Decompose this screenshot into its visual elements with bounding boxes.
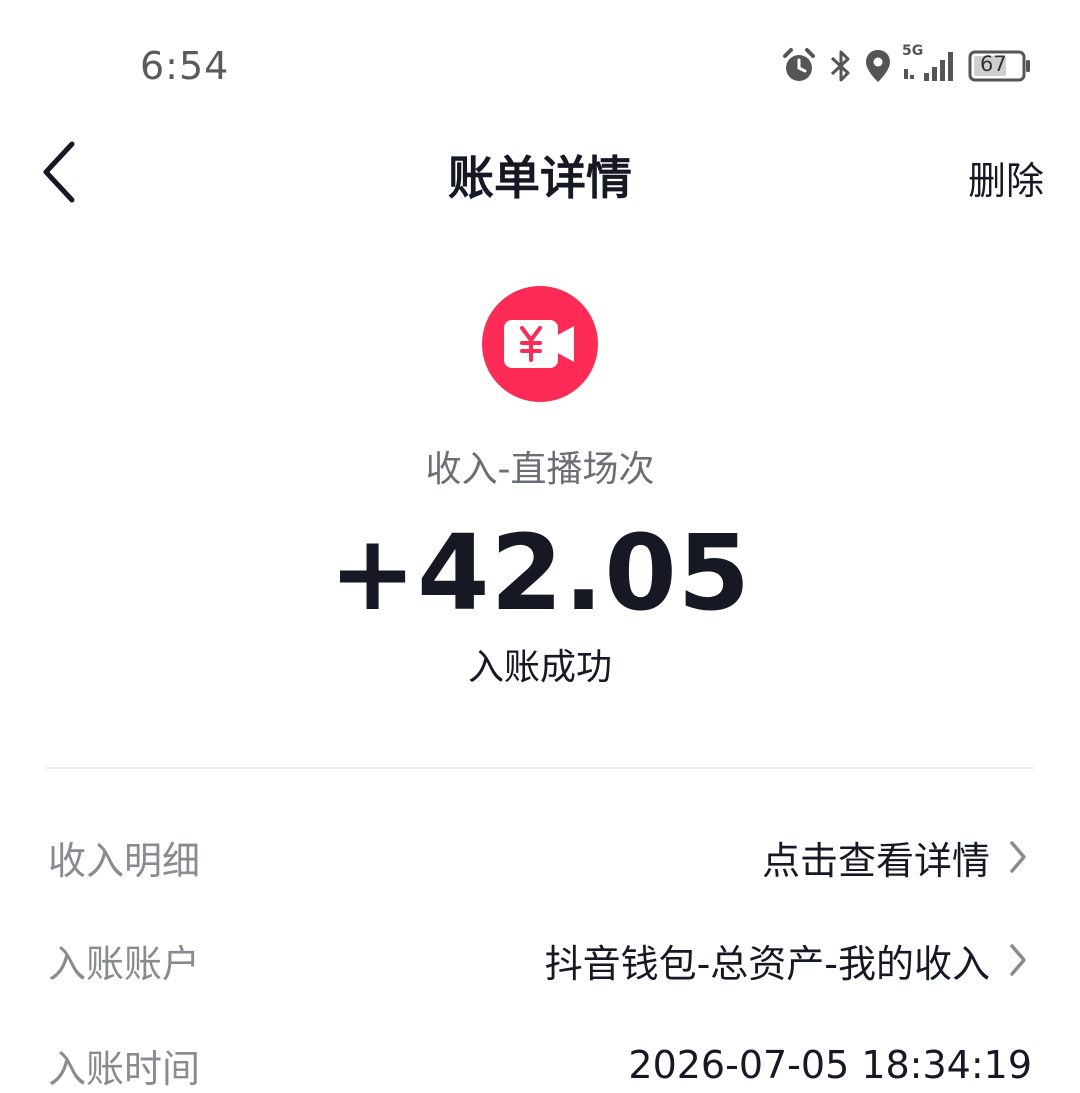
status-time: 6:54 [140, 44, 230, 88]
row-value-group: 2026-07-05 18:34:19 [628, 1043, 1032, 1087]
row-value: 2026-07-05 18:34:19 [628, 1043, 1032, 1087]
detail-row-income-breakdown[interactable]: 收入明细 点击查看详情 [48, 817, 1032, 897]
signal-icon: 5G [902, 43, 958, 85]
delete-button[interactable]: 删除 [968, 150, 1044, 205]
row-value: 抖音钱包-总资产-我的收入 [544, 941, 990, 986]
transaction-amount: +42.05 [328, 512, 752, 634]
bill-detail-page: 6:54 5G 67 账单详情 删除 收入-直播场次 +42.05 入账成功 收… [0, 0, 1080, 1093]
row-label: 收入明细 [48, 838, 201, 883]
row-label: 入账账户 [48, 941, 201, 986]
chevron-right-icon [1008, 837, 1032, 877]
row-value: 点击查看详情 [761, 838, 990, 883]
transaction-category: 收入-直播场次 [425, 449, 655, 490]
chevron-right-icon [1008, 940, 1032, 980]
row-value-group: 点击查看详情 [762, 830, 1032, 885]
battery-level: 67 [980, 52, 1007, 76]
location-icon [864, 47, 892, 85]
alarm-icon [780, 47, 818, 85]
status-icons: 5G 67 [780, 43, 1032, 88]
detail-row-time: 入账时间 2026-07-05 18:34:19 [48, 1025, 1032, 1093]
row-label: 入账时间 [48, 1046, 201, 1091]
battery-icon: 67 [968, 47, 1032, 85]
network-type: 5G [902, 43, 924, 59]
transaction-status: 入账成功 [467, 647, 612, 688]
bluetooth-icon [828, 47, 854, 85]
detail-row-account[interactable]: 入账账户 抖音钱包-总资产-我的收入 [48, 920, 1032, 1000]
status-bar: 6:54 5G 67 [0, 0, 1080, 130]
row-value-group: 抖音钱包-总资产-我的收入 [545, 933, 1032, 988]
divider [46, 767, 1034, 769]
yuan-video-icon [482, 286, 598, 402]
page-title: 账单详情 [448, 151, 632, 205]
